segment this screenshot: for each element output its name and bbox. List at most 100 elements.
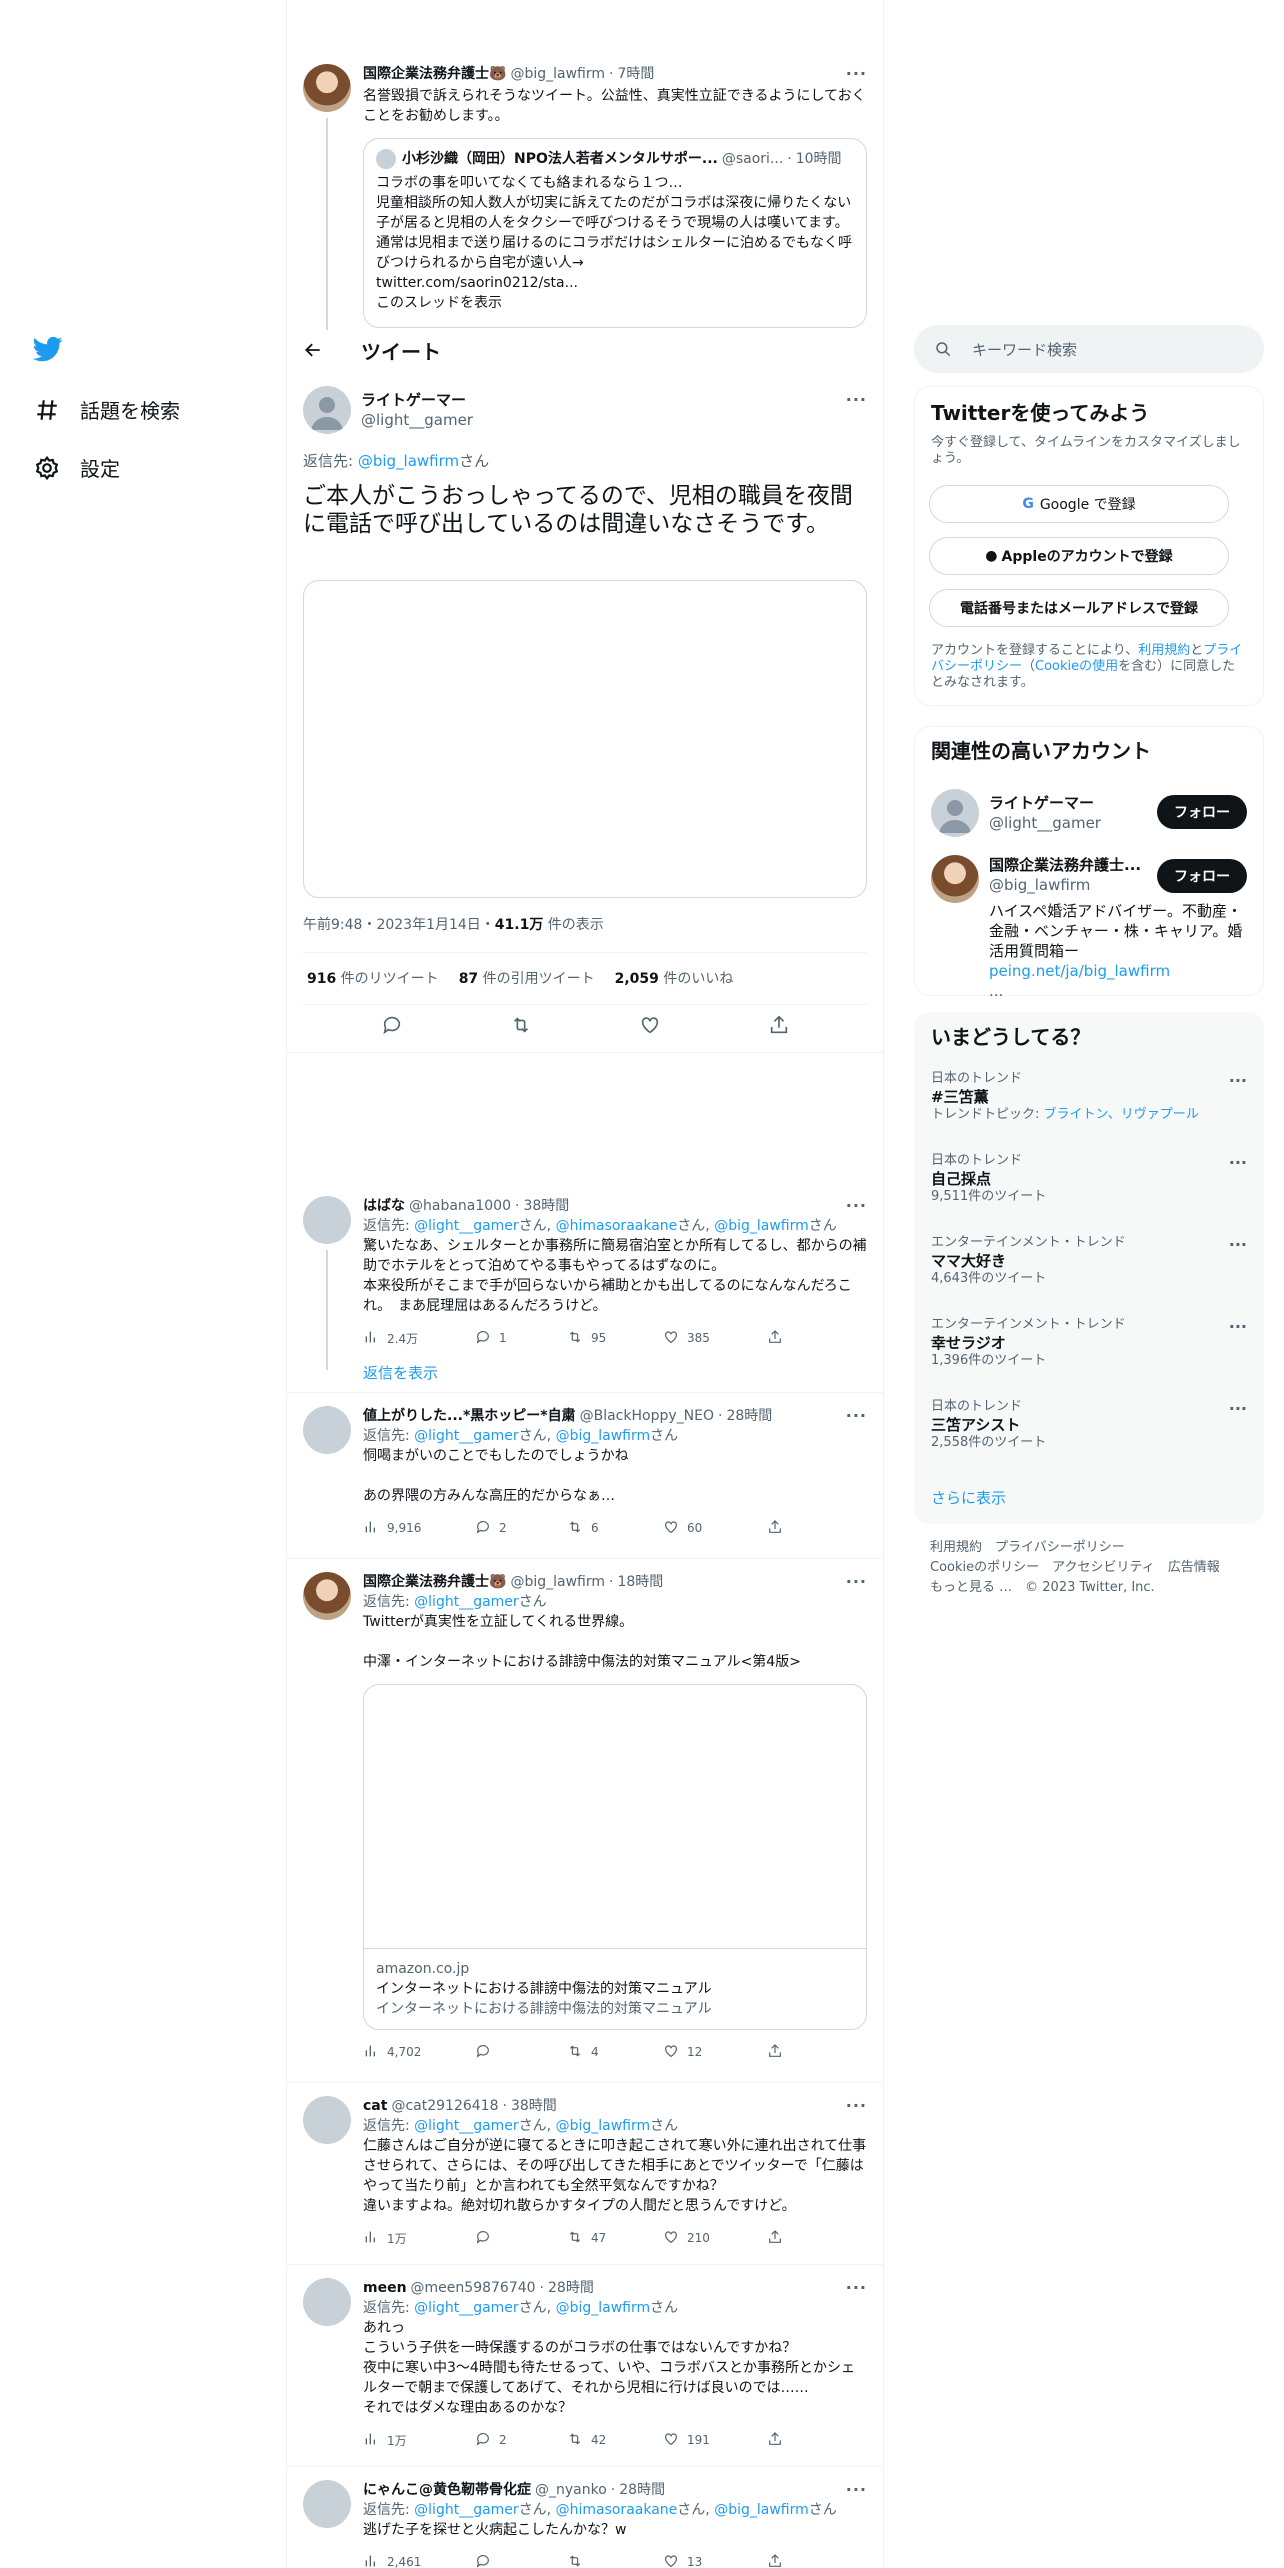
account-row[interactable]: ライトゲーマー @light__gamer フォロー [915,785,1263,841]
nav-settings[interactable]: 設定 [34,453,120,482]
phone-signup-button[interactable]: 電話番号またはメールアドレスで登録 [929,589,1229,627]
cookie-link[interactable]: Cookieの使用 [1035,659,1118,674]
share-button[interactable] [767,1519,859,1538]
more-icon[interactable]: ··· [846,1572,867,1591]
google-signup-button[interactable]: G Google で登録 [929,485,1229,523]
reply-tweet[interactable]: meen @meen59876740 · 28時間 ··· 返信先: @ligh… [287,2274,883,2476]
footer-ads-link[interactable]: 広告情報 [1168,1560,1220,1575]
more-icon[interactable]: ··· [846,1196,867,1215]
views-button[interactable]: 2.4万 [363,1329,475,1348]
account-handle[interactable]: @light__gamer [989,813,1101,833]
views-button[interactable]: 1万 [363,2431,475,2450]
reply-mention-link[interactable]: @himasoraakane [556,1218,678,1234]
author-name[interactable]: にゃんこ@黄色靭帯骨化症 [363,2480,531,2500]
like-button[interactable]: 13 [663,2553,767,2568]
tweet-time[interactable]: 18時間 [617,1572,663,1592]
trend-item[interactable]: 日本のトレンド #三笘薫 トレンドトピック: ブライトン、リヴァプール ··· [931,1071,1247,1123]
account-name[interactable]: ライトゲーマー [989,793,1101,813]
parent-tweet[interactable]: 国際企業法務弁護士🐻 @big_lawfirm · 7時間 ··· 名誉毀損で訴… [287,64,883,334]
apple-signup-button[interactable]: ● Appleのアカウントで登録 [929,537,1229,575]
author-handle[interactable]: @habana1000 [409,1196,511,1216]
trend-topic-link[interactable]: ブライトン、リヴァプール [1044,1107,1199,1122]
tweet-time[interactable]: 28時間 [726,1406,772,1426]
reply-button[interactable]: 2 [475,1519,567,1538]
avatar[interactable] [303,64,351,112]
author-handle[interactable]: @big_lawfirm [510,64,605,84]
footer-privacy-link[interactable]: プライバシーポリシー [995,1540,1125,1555]
share-button[interactable] [767,2043,859,2062]
retweets-stat[interactable]: 916 件のリツイート [307,968,439,988]
views-button[interactable]: 9,916 [363,1519,475,1538]
author-name[interactable]: meen [363,2278,407,2298]
timestamp[interactable]: 午前9:48・2023年1月14日・ [303,917,495,933]
twitter-logo-icon[interactable] [30,334,66,364]
retweet-icon[interactable] [510,1014,532,1040]
likes-stat[interactable]: 2,059 件のいいね [615,968,734,988]
footer-more-link[interactable]: もっと見る … [930,1580,1012,1595]
quote-card[interactable]: 小杉沙織（岡田）NPO法人若者メンタルサポー... @saori... · 10… [363,138,867,328]
reply-tweet[interactable]: cat @cat29126418 · 38時間 ··· 返信先: @light_… [287,2092,883,2274]
follow-button[interactable]: フォロー [1157,859,1247,893]
like-button[interactable]: 191 [663,2431,767,2450]
embedded-media[interactable] [303,580,867,898]
reply-button[interactable]: 1 [475,1329,567,1348]
reply-button[interactable]: 2 [475,2431,567,2450]
reply-mention-link[interactable]: @big_lawfirm [556,2300,651,2316]
footer-accessibility-link[interactable]: アクセシビリティ [1052,1560,1155,1575]
show-thread-link[interactable]: このスレッドを表示 [376,293,854,313]
more-icon[interactable]: ··· [1229,1071,1247,1090]
more-icon[interactable]: ··· [846,2096,867,2115]
like-button[interactable]: 385 [663,1329,767,1348]
more-icon[interactable]: ··· [1229,1399,1247,1418]
reply-mention-link[interactable]: @light__gamer [414,1594,519,1610]
reply-mention-link[interactable]: @big_lawfirm [714,2502,809,2518]
follow-button[interactable]: フォロー [1157,795,1247,829]
reply-button[interactable] [475,2043,567,2062]
retweet-button[interactable]: 42 [567,2431,663,2450]
author-name[interactable]: ライトゲーマー [361,390,473,410]
more-icon[interactable]: ··· [1229,1235,1247,1254]
reply-mention-link[interactable]: @big_lawfirm [556,1428,651,1444]
search-input[interactable]: キーワード検索 [972,339,1077,360]
reply-mention-link[interactable]: @big_lawfirm [714,1218,809,1234]
author-handle[interactable]: @BlackHoppy_NEO [580,1406,714,1426]
author-handle[interactable]: @big_lawfirm [510,1572,605,1592]
author-name[interactable]: はばな [363,1196,405,1216]
more-icon[interactable]: ··· [1229,1153,1247,1172]
share-button[interactable] [767,2553,859,2568]
tweet-time[interactable]: 28時間 [548,2278,594,2298]
tweet-time[interactable]: 38時間 [511,2096,557,2116]
trend-item[interactable]: エンターテインメント・トレンド ママ大好き 4,643件のツイート ··· [931,1235,1247,1287]
like-button[interactable]: 60 [663,1519,767,1538]
reply-mention-link[interactable]: @big_lawfirm [358,452,459,470]
quotes-stat[interactable]: 87 件の引用ツイート [459,968,595,988]
retweet-button[interactable]: 47 [567,2229,663,2248]
trend-item[interactable]: 日本のトレンド 自己採点 9,511件のツイート ··· [931,1153,1247,1205]
tweet-time[interactable]: 38時間 [523,1196,569,1216]
share-button[interactable] [767,2229,859,2248]
more-icon[interactable]: ··· [846,2278,867,2297]
tweet-time[interactable]: 28時間 [619,2480,665,2500]
share-icon[interactable] [768,1014,790,1040]
share-button[interactable] [767,2431,859,2450]
trend-item[interactable]: エンターテインメント・トレンド 幸せラジオ 1,396件のツイート ··· [931,1317,1247,1369]
author-handle[interactable]: @light__gamer [361,410,473,430]
retweet-button[interactable] [567,2553,663,2568]
terms-link[interactable]: 利用規約 [1138,643,1190,658]
retweet-button[interactable]: 95 [567,1329,663,1348]
share-button[interactable] [767,1329,859,1348]
footer-terms-link[interactable]: 利用規約 [930,1540,982,1555]
reply-tweet[interactable]: 値上がりした...*黒ホッピー*自粛 @BlackHoppy_NEO · 28時… [287,1402,883,1568]
trend-item[interactable]: 日本のトレンド 三笘アシスト 2,558件のツイート ··· [931,1399,1247,1451]
like-button[interactable]: 12 [663,2043,767,2062]
bio-link[interactable]: peing.net/ja/big_lawfirm [989,962,1170,980]
show-replies-link[interactable]: 返信を表示 [363,1362,867,1383]
account-row[interactable]: 国際企業法務弁護士... @big_lawfirm フォロー ハイスペ婚活アドバ… [915,855,1263,1000]
footer-cookie-link[interactable]: Cookieのポリシー [930,1560,1039,1575]
avatar[interactable] [931,789,979,837]
like-icon[interactable] [639,1014,661,1040]
reply-mention-link[interactable]: @light__gamer [414,1428,519,1444]
more-icon[interactable]: ··· [1229,1317,1247,1336]
avatar[interactable] [303,1196,351,1244]
reply-mention-link[interactable]: @light__gamer [414,2118,519,2134]
